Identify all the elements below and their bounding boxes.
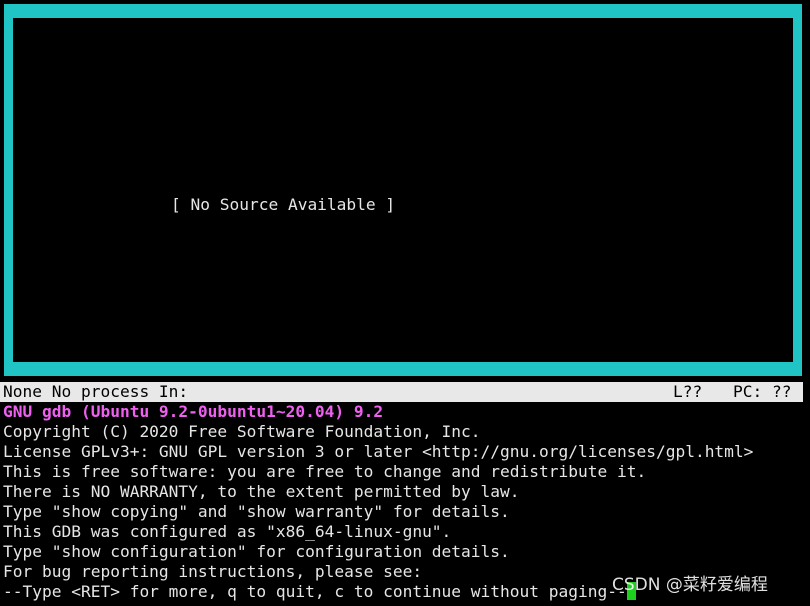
console-line-copyright: Copyright (C) 2020 Free Software Foundat… xyxy=(3,422,481,441)
no-source-message: [ No Source Available ] xyxy=(171,195,396,214)
status-bar: None No process In: L?? PC: ?? xyxy=(0,382,803,402)
status-program-counter: PC: ?? xyxy=(733,382,792,401)
source-window-content: [ No Source Available ] xyxy=(13,18,793,362)
csdn-watermark: CSDN @菜籽爱编程 xyxy=(612,575,768,595)
status-process-info: None No process In: xyxy=(3,382,189,401)
console-line-free-software: This is free software: you are free to c… xyxy=(3,462,647,481)
console-line-show-copying: Type "show copying" and "show warranty" … xyxy=(3,502,510,521)
gdb-version-banner: GNU gdb (Ubuntu 9.2-0ubuntu1~20.04) 9.2 xyxy=(3,402,384,421)
command-console[interactable]: GNU gdb (Ubuntu 9.2-0ubuntu1~20.04) 9.2 … xyxy=(3,402,808,602)
console-line-configured: This GDB was configured as "x86_64-linux… xyxy=(3,522,452,541)
console-line-no-warranty: There is NO WARRANTY, to the extent perm… xyxy=(3,482,520,501)
pager-prompt: --Type <RET> for more, q to quit, c to c… xyxy=(3,582,627,601)
source-window: [ No Source Available ] xyxy=(4,4,802,376)
console-line-license: License GPLv3+: GNU GPL version 3 or lat… xyxy=(3,442,754,461)
console-line-show-configuration: Type "show configuration" for configurat… xyxy=(3,542,510,561)
status-line-number: L?? xyxy=(673,382,703,401)
